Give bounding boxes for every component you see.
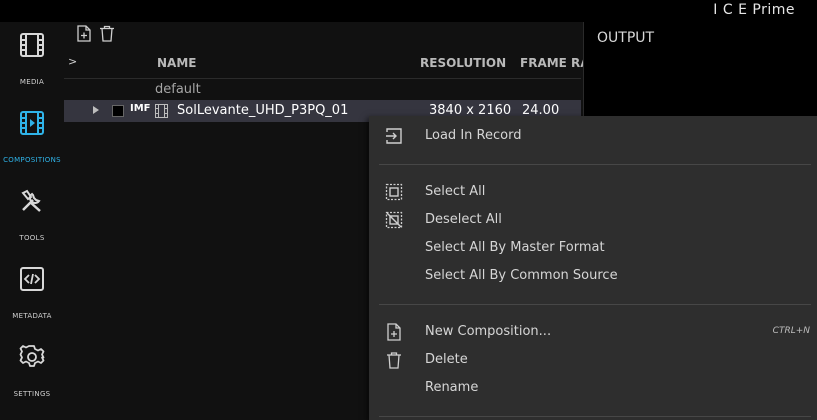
sidebar-item-metadata[interactable]: METADATA bbox=[0, 260, 64, 334]
select-all-icon bbox=[385, 183, 403, 201]
film-icon bbox=[20, 33, 44, 57]
menu-separator bbox=[379, 164, 811, 165]
composition-name: SolLevante_UHD_P3PQ_01 bbox=[177, 103, 349, 118]
row-checkbox[interactable] bbox=[112, 105, 124, 117]
menu-item-select-all-by-common-source[interactable]: Select All By Common Source bbox=[369, 263, 817, 289]
sidebar-item-settings[interactable]: SETTINGS bbox=[0, 338, 64, 412]
menu-item-label: Delete bbox=[425, 352, 468, 367]
menu-item-label: Rename bbox=[425, 380, 479, 395]
code-file-icon bbox=[20, 267, 44, 291]
menu-separator bbox=[379, 304, 811, 305]
expand-caret-icon[interactable] bbox=[93, 106, 99, 114]
menu-item-deselect-all[interactable]: Deselect All bbox=[369, 207, 817, 233]
sidebar-item-label: METADATA bbox=[12, 312, 52, 320]
app-title: I C E Prime bbox=[713, 2, 795, 18]
sidebar-item-label: TOOLS bbox=[19, 234, 45, 242]
film-strip-icon bbox=[155, 104, 168, 118]
gear-icon bbox=[19, 345, 45, 367]
composition-film-icon bbox=[20, 111, 44, 135]
menu-item-label: Select All By Master Format bbox=[425, 240, 605, 255]
group-label: default bbox=[155, 82, 201, 97]
sidebar-item-label: COMPOSITIONS bbox=[3, 156, 61, 164]
sidebar-item-label: SETTINGS bbox=[13, 390, 51, 398]
menu-item-label: Deselect All bbox=[425, 212, 502, 227]
sidebar-item-media[interactable]: MEDIA bbox=[0, 26, 64, 100]
menu-item-label: Load In Record bbox=[425, 128, 522, 143]
header-divider bbox=[64, 78, 581, 79]
new-file-icon[interactable] bbox=[76, 25, 92, 42]
menu-item-label: New Composition... bbox=[425, 324, 552, 339]
trash-icon bbox=[387, 352, 401, 369]
tools-icon bbox=[21, 189, 41, 212]
menu-separator bbox=[379, 416, 811, 417]
top-bar: I C E Prime bbox=[0, 0, 817, 22]
menu-item-select-all[interactable]: Select All bbox=[369, 179, 817, 205]
load-record-icon bbox=[386, 128, 402, 144]
sidebar: MEDIA COMPOSITIONS TOOLS METADATA SETTIN… bbox=[0, 22, 64, 420]
output-title: OUTPUT bbox=[597, 30, 655, 46]
menu-item-shortcut: CTRL+N bbox=[772, 326, 810, 336]
context-menu: Load In Record Select All Deselect All S… bbox=[369, 116, 817, 420]
column-header-resolution[interactable]: RESOLUTION bbox=[420, 56, 506, 70]
menu-item-delete[interactable]: Delete bbox=[369, 347, 817, 373]
type-badge: IMF bbox=[130, 103, 151, 114]
menu-item-label: Select All By Common Source bbox=[425, 268, 618, 283]
menu-item-label: Select All bbox=[425, 184, 486, 199]
column-header-name[interactable]: NAME bbox=[157, 56, 196, 70]
deselect-all-icon bbox=[385, 211, 403, 229]
sidebar-item-label: MEDIA bbox=[19, 78, 45, 86]
menu-item-new-composition[interactable]: New Composition... CTRL+N bbox=[369, 319, 817, 345]
expand-column-header: > bbox=[68, 55, 78, 68]
sidebar-item-compositions[interactable]: COMPOSITIONS bbox=[0, 104, 64, 178]
new-file-icon bbox=[387, 323, 401, 341]
column-header-frame-rate[interactable]: FRAME RA bbox=[520, 56, 590, 70]
menu-item-rename[interactable]: Rename bbox=[369, 375, 817, 401]
menu-item-load-in-record[interactable]: Load In Record bbox=[369, 123, 817, 149]
sidebar-item-tools[interactable]: TOOLS bbox=[0, 182, 64, 256]
menu-item-select-all-by-master-format[interactable]: Select All By Master Format bbox=[369, 235, 817, 261]
trash-icon[interactable] bbox=[99, 25, 115, 42]
